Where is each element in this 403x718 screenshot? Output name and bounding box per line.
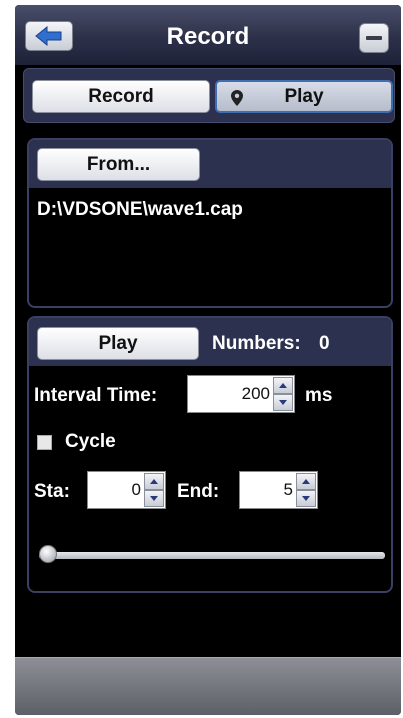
tab-record[interactable]: Record (32, 80, 210, 113)
chevron-up-icon (150, 479, 158, 484)
map-pin-icon (231, 90, 243, 106)
playback-panel: Play Numbers: 0 Interval Time: 200 ms Cy… (27, 316, 393, 593)
record-window: Record Record Play From... D:\VDSONE\wav… (15, 5, 401, 715)
chevron-down-icon (279, 400, 287, 405)
start-down-button[interactable] (144, 490, 164, 507)
interval-time-spinner[interactable]: 200 (187, 375, 295, 413)
title-bar: Record (15, 5, 401, 65)
interval-time-value: 200 (241, 384, 270, 403)
mode-tabs: Record Play (23, 68, 395, 123)
playback-panel-header: Play Numbers: 0 (29, 318, 391, 366)
chevron-down-icon (302, 496, 310, 501)
footer-bar (15, 657, 401, 715)
play-button[interactable]: Play (37, 327, 199, 360)
window-title: Record (166, 23, 250, 50)
interval-time-label: Interval Time: (34, 385, 158, 406)
from-button-label: From... (86, 153, 151, 175)
minimize-button[interactable] (359, 23, 389, 53)
numbers-value: 0 (319, 333, 330, 354)
start-label: Sta: (34, 481, 70, 502)
chevron-down-icon (150, 496, 158, 501)
tab-play-label: Play (284, 85, 324, 107)
interval-up-button[interactable] (273, 377, 293, 394)
play-button-label: Play (98, 332, 138, 354)
source-panel-header: From... (29, 140, 391, 188)
chevron-up-icon (279, 383, 287, 388)
end-down-button[interactable] (296, 490, 316, 507)
playback-slider-track[interactable] (39, 552, 385, 559)
playback-slider-thumb[interactable] (39, 545, 57, 563)
end-spinner[interactable]: 5 (239, 471, 318, 509)
file-path: D:\VDSONE\wave1.cap (37, 199, 243, 220)
interval-unit: ms (305, 385, 333, 406)
start-value: 0 (131, 480, 141, 499)
cycle-label: Cycle (65, 431, 116, 452)
end-label: End: (177, 481, 220, 502)
interval-down-button[interactable] (273, 394, 293, 411)
cycle-checkbox[interactable] (37, 435, 52, 450)
source-panel: From... D:\VDSONE\wave1.cap (27, 138, 393, 308)
tab-record-label: Record (88, 85, 154, 107)
tab-play[interactable]: Play (215, 80, 393, 113)
start-spinner[interactable]: 0 (87, 471, 166, 509)
start-up-button[interactable] (144, 473, 164, 490)
end-up-button[interactable] (296, 473, 316, 490)
chevron-up-icon (302, 479, 310, 484)
from-button[interactable]: From... (37, 148, 200, 181)
minimize-icon (366, 36, 382, 40)
numbers-label: Numbers: (212, 333, 301, 354)
end-value: 5 (283, 480, 293, 499)
